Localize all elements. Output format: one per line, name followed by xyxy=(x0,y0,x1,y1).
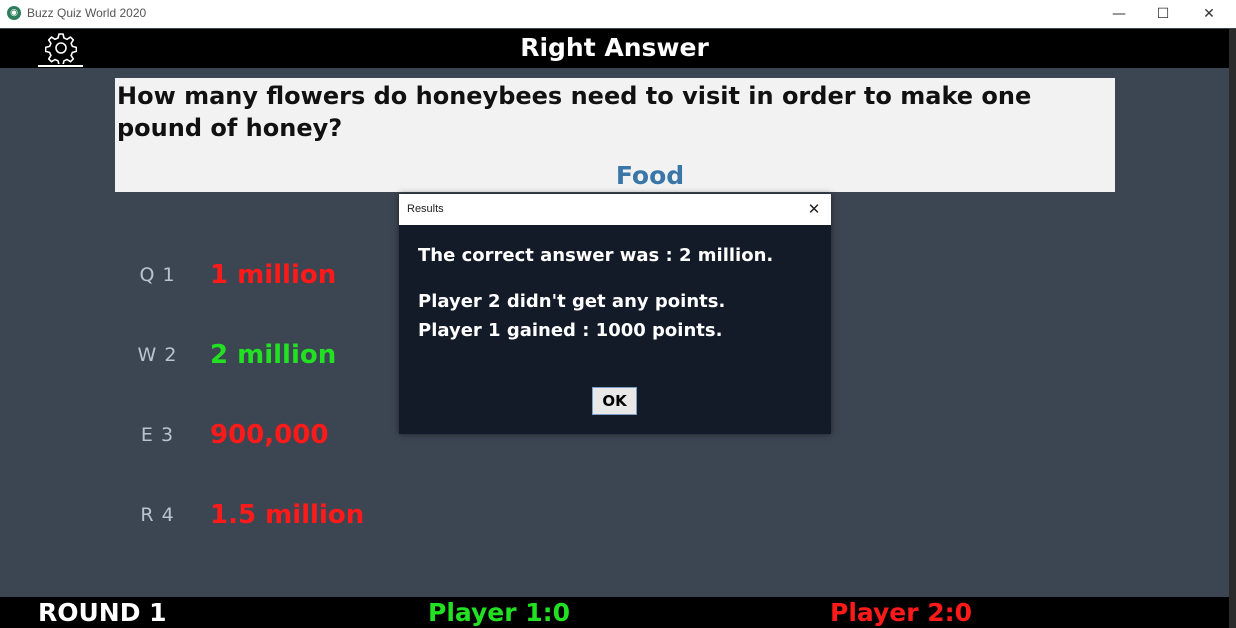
header-bar: Right Answer xyxy=(0,29,1229,68)
answer-key-1: Q 1 xyxy=(139,264,176,286)
window-titlebar: ◉ Buzz Quiz World 2020 — ☐ ✕ xyxy=(0,0,1236,28)
ok-button-label: OK xyxy=(602,392,627,410)
dialog-close-button[interactable]: ✕ xyxy=(803,198,825,220)
dialog-title: Results xyxy=(407,203,444,215)
answer-key-2: W 2 xyxy=(137,344,178,366)
player1-score: Player 1:0 xyxy=(428,598,571,627)
ok-button[interactable]: OK xyxy=(592,387,637,415)
answer-key-4: R 4 xyxy=(140,504,175,526)
close-button[interactable]: ✕ xyxy=(1186,0,1232,28)
answer-key-3: E 3 xyxy=(140,424,175,446)
category-label: Food xyxy=(615,161,685,190)
question-panel: How many flowers do honeybees need to vi… xyxy=(115,78,1115,192)
player1-result-text: Player 1 gained : 1000 points. xyxy=(418,320,723,341)
window-title: Buzz Quiz World 2020 xyxy=(27,6,147,20)
maximize-button[interactable]: ☐ xyxy=(1140,0,1186,28)
player2-result-text: Player 2 didn't get any points. xyxy=(418,291,726,312)
question-text: How many flowers do honeybees need to vi… xyxy=(117,82,1032,142)
score-bar: ROUND 1 Player 1:0 Player 2:0 xyxy=(0,597,1229,628)
round-label: ROUND 1 xyxy=(38,598,167,627)
dialog-titlebar: Results ✕ xyxy=(399,194,831,225)
answer-option-1[interactable]: 1 million xyxy=(210,260,336,290)
minimize-button[interactable]: — xyxy=(1096,0,1142,28)
results-dialog: Results ✕ The correct answer was : 2 mil… xyxy=(399,194,831,434)
answer-option-2[interactable]: 2 million xyxy=(210,340,336,370)
answer-option-4[interactable]: 1.5 million xyxy=(210,500,364,530)
correct-answer-text: The correct answer was : 2 million. xyxy=(418,245,774,266)
answer-option-3[interactable]: 900,000 xyxy=(210,420,328,450)
page-title: Right Answer xyxy=(520,33,709,62)
background-window-edge xyxy=(1229,29,1236,628)
app-icon: ◉ xyxy=(7,6,21,20)
player2-score: Player 2:0 xyxy=(830,598,973,627)
